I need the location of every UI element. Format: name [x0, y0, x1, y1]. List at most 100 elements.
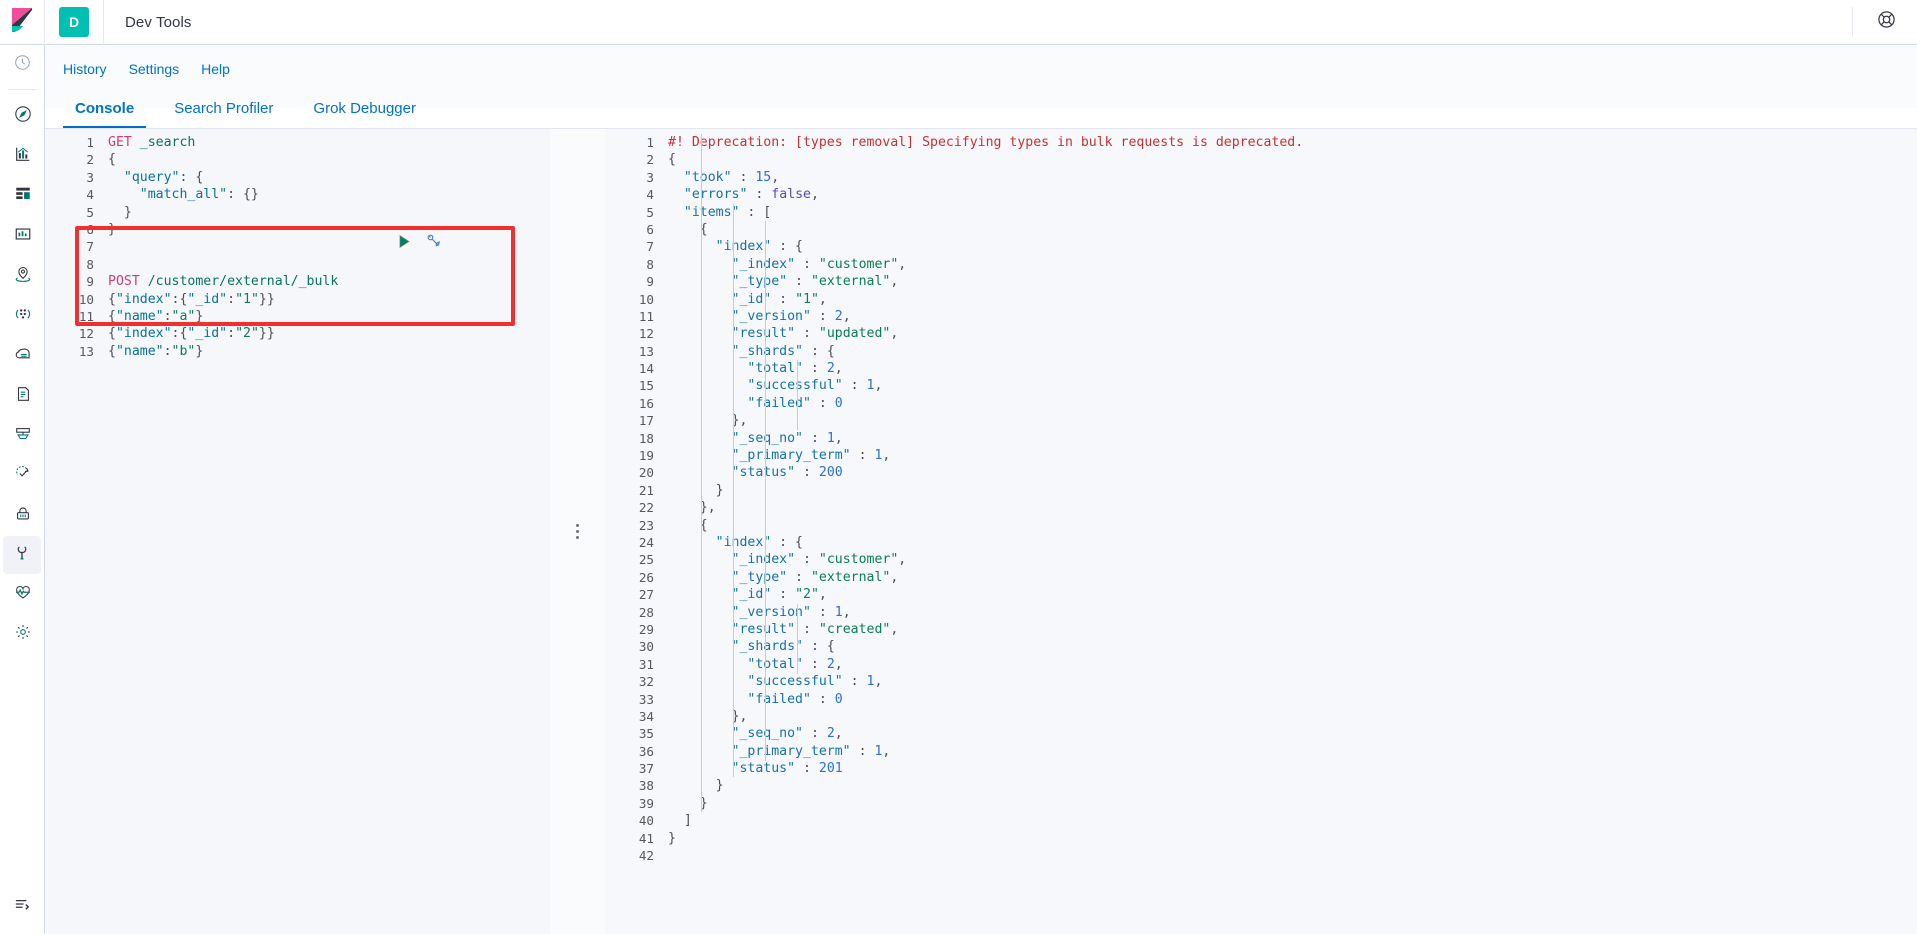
- response-editor-panel[interactable]: 12▾345▾6▾7▾8910111213▾14151617▴18192021▴…: [605, 129, 1917, 934]
- sidebar-item-management[interactable]: [0, 614, 45, 654]
- code-line[interactable]: "_seq_no" : 1,: [660, 430, 1917, 447]
- wrench-tools-icon[interactable]: [426, 233, 442, 254]
- code-line[interactable]: "index" : {: [660, 534, 1917, 551]
- code-line[interactable]: {"name":"a"}: [100, 308, 550, 325]
- code-line[interactable]: }: [660, 777, 1917, 794]
- nav-link-help[interactable]: Help: [201, 61, 230, 77]
- code-line[interactable]: "_shards" : {: [660, 343, 1917, 360]
- code-line[interactable]: "total" : 2,: [660, 656, 1917, 673]
- request-editor-panel[interactable]: 12▾3▾45▴6▴78910111213 GET _search{ "quer…: [45, 129, 550, 934]
- code-line[interactable]: {"name":"b"}: [100, 343, 550, 360]
- code-line[interactable]: "index" : {: [660, 238, 1917, 255]
- code-line[interactable]: "failed" : 0: [660, 691, 1917, 708]
- sidebar-item-siem[interactable]: [0, 496, 45, 536]
- sidebar-item-monitoring[interactable]: [0, 574, 45, 614]
- request-code-content[interactable]: GET _search{ "query": { "match_all": {} …: [100, 129, 550, 934]
- code-line[interactable]: },: [660, 412, 1917, 429]
- sidebar-item-discover[interactable]: [0, 96, 45, 136]
- code-line[interactable]: "_id" : "2",: [660, 586, 1917, 603]
- line-number: 40▴: [605, 812, 660, 829]
- code-line[interactable]: "_index" : "customer",: [660, 256, 1917, 273]
- code-line[interactable]: "_version" : 1,: [660, 604, 1917, 621]
- code-token: 2: [827, 726, 835, 741]
- code-line[interactable]: {: [100, 151, 550, 168]
- code-line[interactable]: "_index" : "customer",: [660, 551, 1917, 568]
- collapse-arrow-icon: [13, 894, 32, 918]
- help-lifebuoy-icon: [1877, 10, 1896, 34]
- sidebar-item-metrics[interactable]: [0, 416, 45, 456]
- kibana-logo-button[interactable]: [0, 0, 45, 45]
- sidebar-item-dashboard[interactable]: [0, 176, 45, 216]
- collapse-nav-button[interactable]: [0, 886, 45, 926]
- space-avatar[interactable]: D: [59, 7, 89, 37]
- code-line[interactable]: [100, 256, 550, 273]
- code-line[interactable]: }: [100, 204, 550, 221]
- code-token: :: [803, 657, 827, 672]
- sidebar-item-dev-tools[interactable]: [3, 536, 41, 574]
- code-line[interactable]: {: [660, 151, 1917, 168]
- code-line[interactable]: {: [660, 221, 1917, 238]
- code-line[interactable]: "_type" : "external",: [660, 273, 1917, 290]
- sidebar-item-canvas[interactable]: [0, 216, 45, 256]
- nav-link-history[interactable]: History: [63, 61, 107, 77]
- code-line[interactable]: "errors" : false,: [660, 186, 1917, 203]
- code-line[interactable]: POST /customer/external/_bulk: [100, 273, 550, 290]
- panel-resize-divider[interactable]: [550, 129, 605, 934]
- code-line[interactable]: "successful" : 1,: [660, 377, 1917, 394]
- code-line[interactable]: "failed" : 0: [660, 395, 1917, 412]
- code-token: :: [851, 744, 875, 759]
- sidebar-item-maps[interactable]: [0, 256, 45, 296]
- code-line[interactable]: ]: [660, 812, 1917, 829]
- code-line[interactable]: {: [660, 517, 1917, 534]
- help-button[interactable]: [1869, 5, 1903, 39]
- code-token: 2: [827, 657, 835, 672]
- sidebar-item-recently-viewed[interactable]: [0, 45, 45, 85]
- code-line[interactable]: }: [100, 221, 550, 238]
- play-triangle-icon[interactable]: [397, 234, 412, 254]
- code-line[interactable]: "_version" : 2,: [660, 308, 1917, 325]
- code-line[interactable]: "_primary_term" : 1,: [660, 743, 1917, 760]
- code-line[interactable]: "_primary_term" : 1,: [660, 447, 1917, 464]
- line-number: 14: [605, 360, 660, 377]
- code-line[interactable]: }: [660, 830, 1917, 847]
- tab-search-profiler[interactable]: Search Profiler: [162, 94, 285, 129]
- code-line[interactable]: "_seq_no" : 2,: [660, 725, 1917, 742]
- code-line[interactable]: "took" : 15,: [660, 169, 1917, 186]
- code-line[interactable]: "status" : 201: [660, 760, 1917, 777]
- code-line[interactable]: "items" : [: [660, 204, 1917, 221]
- code-token: "failed": [747, 692, 811, 707]
- code-line[interactable]: "_id" : "1",: [660, 291, 1917, 308]
- code-line[interactable]: "result" : "created",: [660, 621, 1917, 638]
- code-line[interactable]: {"index":{"_id":"1"}}: [100, 291, 550, 308]
- sidebar-item-logs[interactable]: [0, 376, 45, 416]
- code-line[interactable]: "result" : "updated",: [660, 325, 1917, 342]
- code-line[interactable]: }: [660, 482, 1917, 499]
- code-line[interactable]: GET _search: [100, 134, 550, 151]
- code-line[interactable]: "match_all": {}: [100, 186, 550, 203]
- code-line[interactable]: #! Deprecation: [types removal] Specifyi…: [660, 134, 1917, 151]
- code-line[interactable]: "successful" : 1,: [660, 673, 1917, 690]
- code-line[interactable]: },: [660, 708, 1917, 725]
- tab-console[interactable]: Console: [63, 94, 146, 129]
- code-line[interactable]: }: [660, 795, 1917, 812]
- line-number: 15: [605, 377, 660, 394]
- code-token: :: [747, 187, 771, 202]
- sidebar-item-machine-learning[interactable]: [0, 336, 45, 376]
- code-line[interactable]: "query": {: [100, 169, 550, 186]
- nav-link-settings[interactable]: Settings: [129, 61, 180, 77]
- sidebar-item-uptime[interactable]: [0, 456, 45, 496]
- sidebar-item-visualize[interactable]: [0, 136, 45, 176]
- tab-grok-debugger[interactable]: Grok Debugger: [301, 94, 428, 129]
- code-line[interactable]: "status" : 200: [660, 464, 1917, 481]
- code-token: :: [843, 378, 867, 393]
- code-line[interactable]: [660, 847, 1917, 864]
- sidebar-item-graph[interactable]: [0, 296, 45, 336]
- code-line[interactable]: "_type" : "external",: [660, 569, 1917, 586]
- code-line[interactable]: },: [660, 499, 1917, 516]
- code-line[interactable]: {"index":{"_id":"2"}}: [100, 325, 550, 342]
- code-line[interactable]: "total" : 2,: [660, 360, 1917, 377]
- code-line[interactable]: [100, 238, 550, 255]
- code-token: ,: [890, 622, 898, 637]
- code-line[interactable]: "_shards" : {: [660, 638, 1917, 655]
- response-code-content[interactable]: #! Deprecation: [types removal] Specifyi…: [660, 129, 1917, 934]
